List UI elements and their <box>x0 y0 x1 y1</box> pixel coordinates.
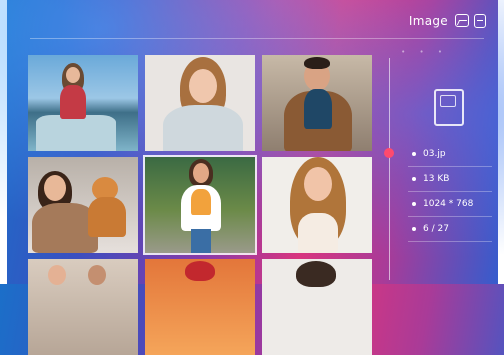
sd-card-icon[interactable] <box>474 14 486 28</box>
sd-card-storage-icon <box>434 89 464 126</box>
size-value: 13 KB <box>423 174 450 184</box>
detail-resolution: 1024 * 768 <box>408 192 492 217</box>
detail-size: 13 KB <box>408 167 492 192</box>
thumbnail-grid <box>28 55 372 355</box>
gallery-icon[interactable] <box>455 14 469 27</box>
thumbnail-tile[interactable] <box>28 55 138 151</box>
header: Image <box>0 0 504 40</box>
bullet-icon <box>412 202 416 206</box>
thumbnail-tile[interactable] <box>28 259 138 355</box>
thumbnail-tile[interactable] <box>262 55 372 151</box>
file-details: 03.jp 13 KB 1024 * 768 6 / 27 <box>408 142 492 242</box>
resolution-value: 1024 * 768 <box>423 199 474 209</box>
filename-value: 03.jp <box>423 149 446 159</box>
thumbnail-tile[interactable] <box>28 157 138 253</box>
decorative-dots: • • • <box>401 48 448 56</box>
thumbnail-tile[interactable] <box>262 259 372 355</box>
detail-filename: 03.jp <box>408 142 492 167</box>
scrollbar-thumb[interactable] <box>384 148 394 158</box>
thumbnail-tile[interactable] <box>145 55 255 151</box>
detail-position: 6 / 27 <box>408 217 492 242</box>
page-title: Image <box>408 14 448 28</box>
bullet-icon <box>412 152 416 156</box>
thumbnail-tile[interactable] <box>262 157 372 253</box>
scrollbar-track[interactable] <box>389 58 390 280</box>
position-value: 6 / 27 <box>423 224 449 234</box>
bullet-icon <box>412 177 416 181</box>
bullet-icon <box>412 227 416 231</box>
thumbnail-tile-selected[interactable] <box>145 157 255 253</box>
thumbnail-tile[interactable] <box>145 259 255 355</box>
header-divider <box>30 38 484 39</box>
